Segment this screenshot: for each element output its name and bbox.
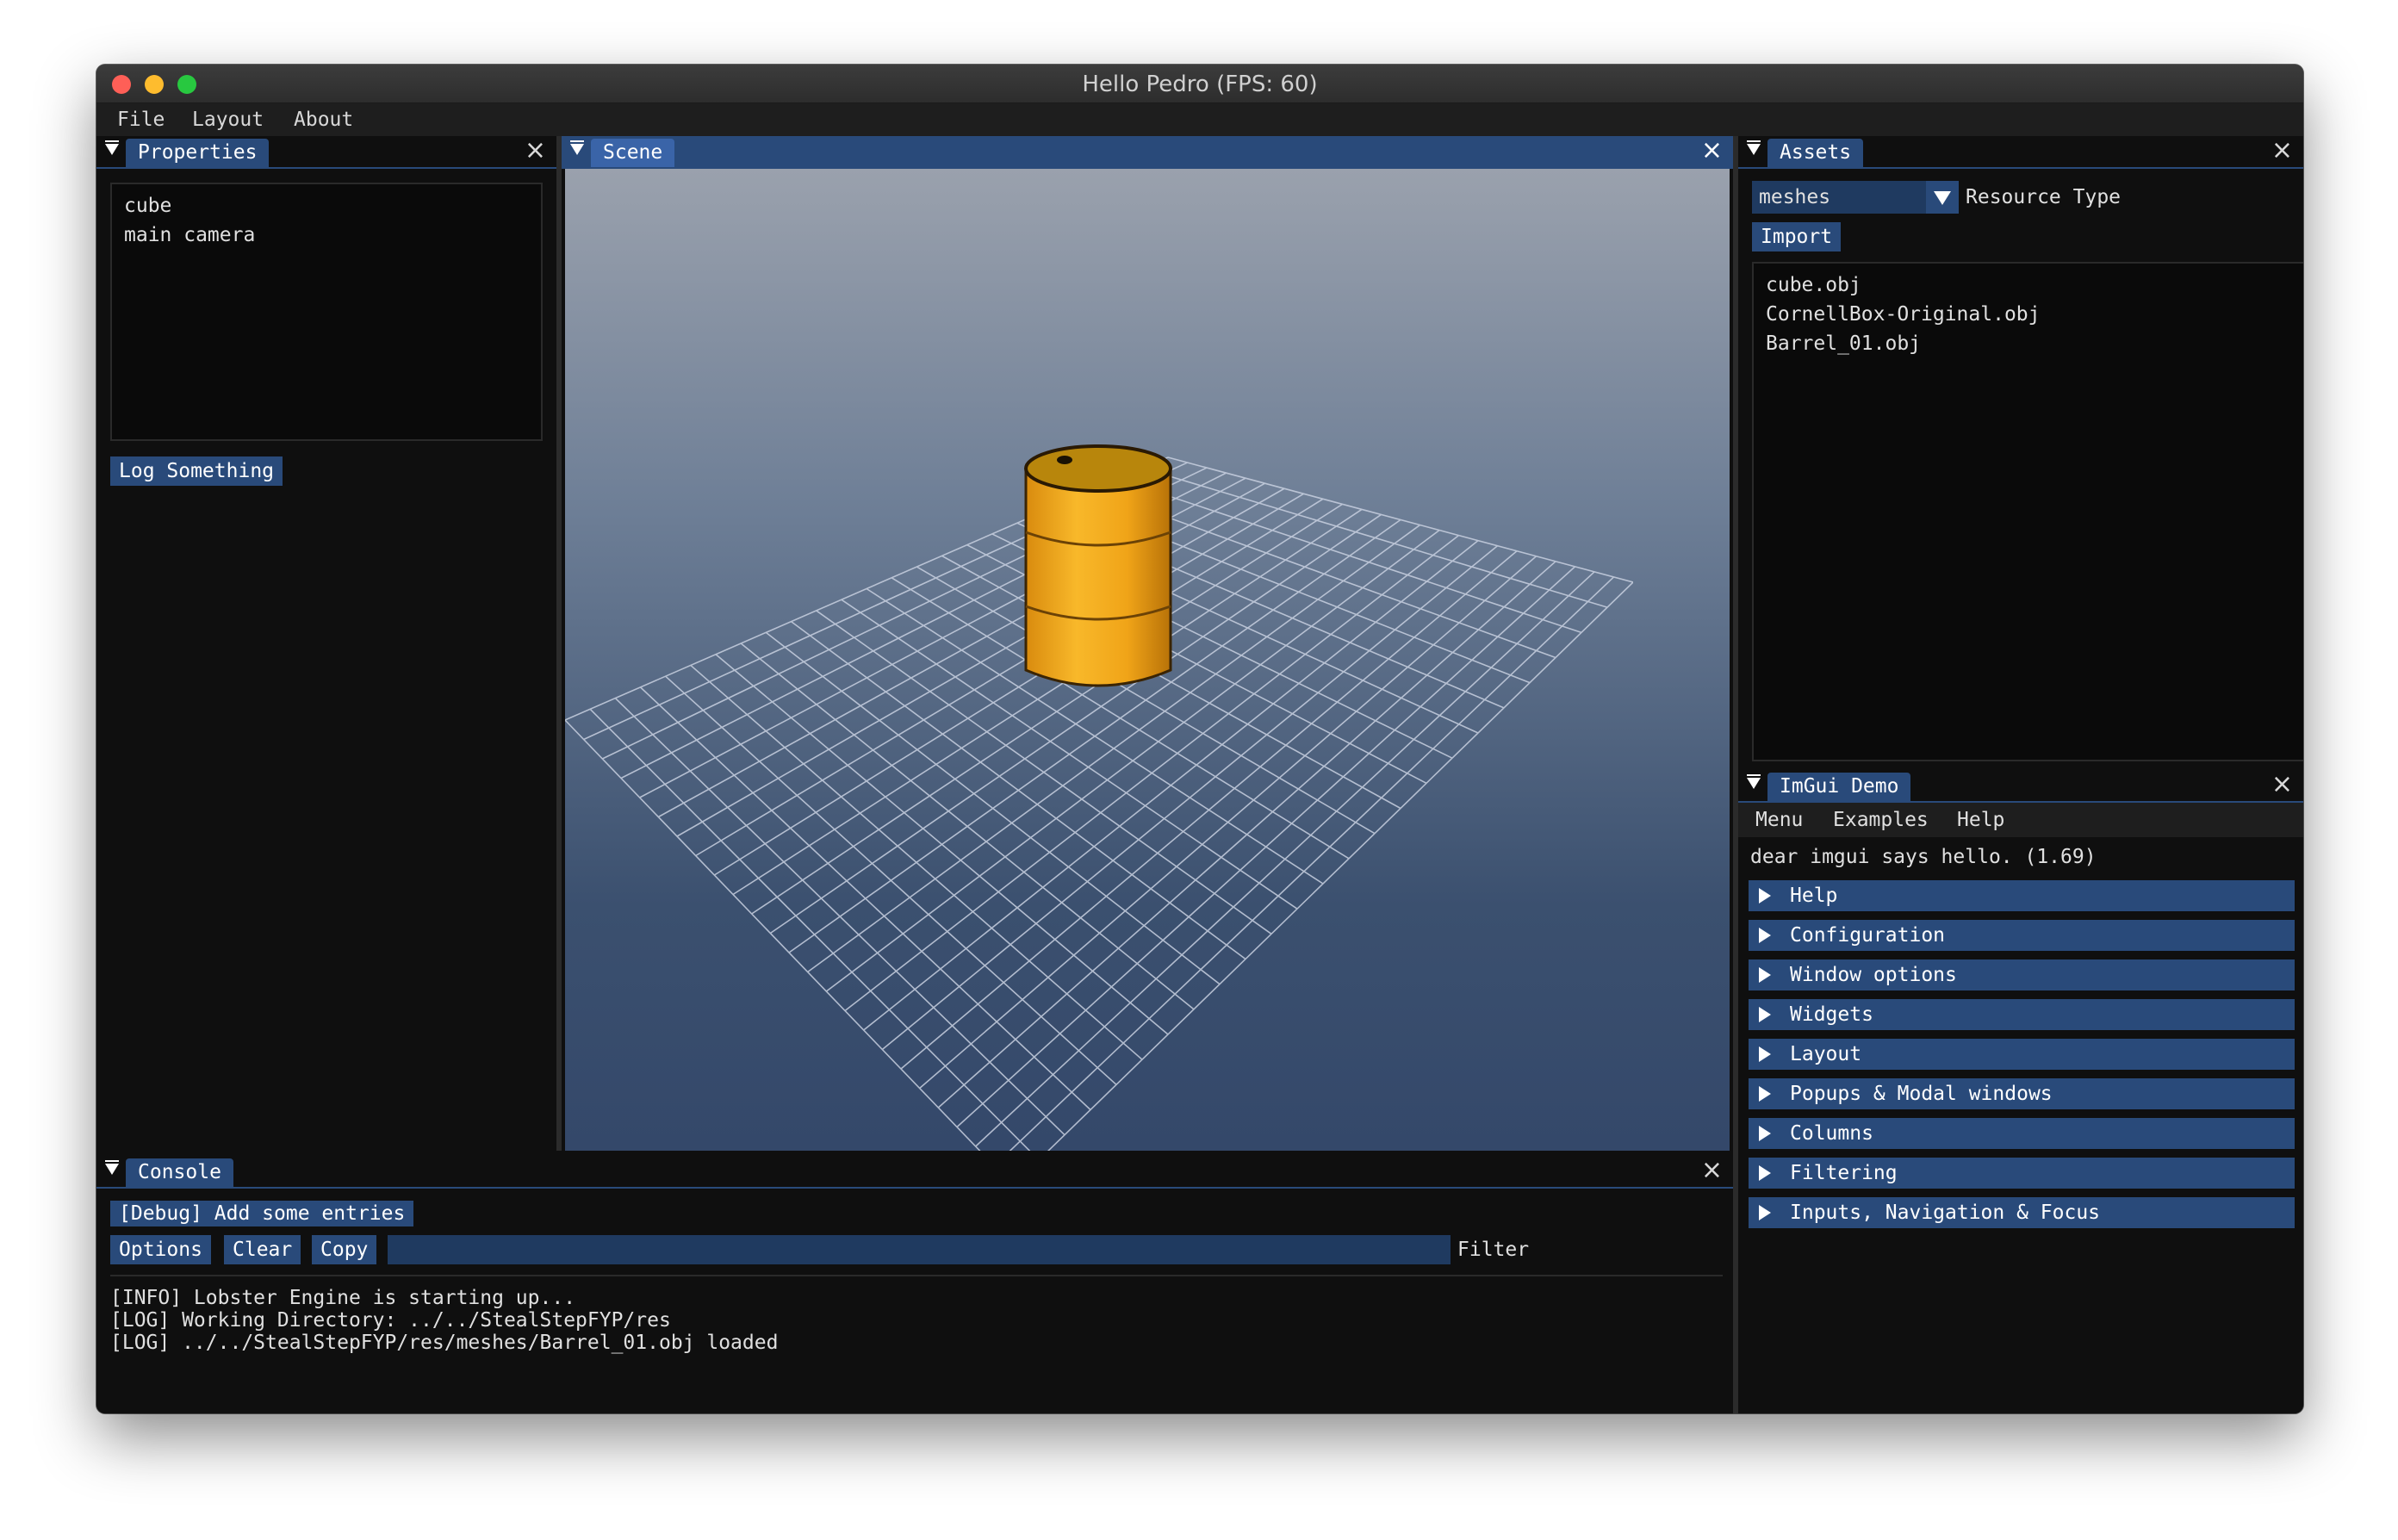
tab-properties[interactable]: Properties — [126, 139, 270, 167]
section-widgets[interactable]: Widgets — [1749, 999, 2295, 1030]
chevron-right-icon — [1759, 967, 1771, 983]
menu-layout[interactable]: Layout — [192, 109, 264, 131]
section-configuration[interactable]: Configuration — [1749, 920, 2295, 951]
menu-file[interactable]: File — [117, 109, 165, 131]
list-item-file[interactable]: CornellBox-Original.obj — [1766, 303, 2041, 326]
filter-label: Filter — [1457, 1239, 1530, 1261]
tab-console[interactable]: Console — [126, 1158, 233, 1187]
asset-file-list[interactable]: cube.obj CornellBox-Original.obj Barrel_… — [1752, 262, 2303, 761]
section-label: Columns — [1790, 1122, 1873, 1145]
assets-header: Assets × — [1738, 136, 2303, 169]
console-line: [LOG] Working Directory: ../../StealStep… — [110, 1309, 671, 1332]
demo-hello-text: dear imgui says hello. (1.69) — [1750, 846, 2097, 868]
grid-line — [740, 643, 1195, 1010]
chevron-right-icon — [1759, 928, 1771, 943]
list-item-cube[interactable]: cube — [124, 195, 171, 217]
scene-render — [565, 444, 1634, 1151]
section-label: Filtering — [1790, 1162, 1898, 1184]
log-something-button[interactable]: Log Something — [110, 456, 283, 486]
close-icon[interactable]: × — [1701, 1158, 1723, 1183]
close-icon[interactable]: × — [1701, 138, 1723, 164]
app-window: Hello Pedro (FPS: 60) File Layout About … — [96, 65, 2303, 1413]
grid-line — [715, 654, 1169, 1035]
chevron-down-icon[interactable] — [1926, 181, 1959, 214]
object-list[interactable]: cube main camera — [110, 183, 543, 441]
window-title: Hello Pedro (FPS: 60) — [1082, 71, 1318, 97]
console-separator — [110, 1275, 1723, 1276]
section-label: Window options — [1790, 964, 1957, 986]
scene-panel: Scene × — [562, 136, 1733, 1151]
section-columns[interactable]: Columns — [1749, 1118, 2295, 1149]
close-icon[interactable]: × — [2271, 772, 2293, 798]
scene-viewport[interactable] — [565, 169, 1730, 1151]
grid-line — [589, 708, 1031, 1151]
resource-type-combo[interactable]: meshes — [1752, 181, 1959, 214]
collapse-icon[interactable] — [105, 140, 119, 155]
list-item-file[interactable]: Barrel_01.obj — [1766, 332, 1921, 355]
chevron-right-icon — [1759, 1086, 1771, 1102]
section-inputs-navigation[interactable]: Inputs, Navigation & Focus — [1749, 1197, 2295, 1228]
clear-button[interactable]: Clear — [224, 1235, 301, 1264]
section-help[interactable]: Help — [1749, 880, 2295, 911]
chevron-right-icon — [1759, 1007, 1771, 1022]
close-icon[interactable]: × — [525, 138, 546, 164]
tab-scene[interactable]: Scene — [591, 139, 675, 167]
grid-line — [614, 698, 1065, 1136]
section-label: Popups & Modal windows — [1790, 1083, 2053, 1105]
demo-menu-help[interactable]: Help — [1957, 809, 2004, 831]
combo-value: meshes — [1759, 186, 1831, 208]
section-window-options[interactable]: Window options — [1749, 959, 2295, 990]
menu-bar: File Layout About — [96, 103, 2303, 136]
grid-line — [639, 686, 1091, 1111]
collapse-icon[interactable] — [1747, 140, 1761, 155]
demo-menu-bar: Menu Examples Help — [1738, 803, 2303, 837]
collapse-icon[interactable] — [570, 140, 584, 155]
chevron-right-icon — [1759, 1165, 1771, 1181]
tab-imgui-demo[interactable]: ImGui Demo — [1767, 773, 1911, 801]
chevron-right-icon — [1759, 888, 1771, 904]
debug-add-entries-button[interactable]: [Debug] Add some entries — [110, 1201, 414, 1226]
list-item-main-camera[interactable]: main camera — [124, 224, 255, 246]
demo-menu-examples[interactable]: Examples — [1833, 809, 1929, 831]
properties-header: Properties × — [96, 136, 556, 169]
filter-input[interactable] — [388, 1235, 1451, 1264]
title-bar: Hello Pedro (FPS: 60) — [96, 65, 2303, 103]
grid-line — [765, 631, 1221, 985]
section-label: Help — [1790, 885, 1838, 907]
section-layout[interactable]: Layout — [1749, 1039, 2295, 1070]
grid-line — [665, 675, 1117, 1085]
scene-header: Scene × — [562, 136, 1733, 169]
section-popups[interactable]: Popups & Modal windows — [1749, 1078, 2295, 1109]
list-item-file[interactable]: cube.obj — [1766, 274, 1861, 296]
console-header: Console × — [96, 1156, 1733, 1189]
section-label: Layout — [1790, 1043, 1862, 1065]
section-label: Configuration — [1790, 924, 1946, 947]
console-line: [INFO] Lobster Engine is starting up... — [110, 1287, 576, 1309]
chevron-right-icon — [1759, 1126, 1771, 1141]
menu-about[interactable]: About — [294, 109, 353, 131]
assets-panel: Assets × meshes Resource Type Import cub… — [1738, 136, 2303, 770]
chevron-right-icon — [1759, 1205, 1771, 1220]
console-line: [LOG] ../../StealStepFYP/res/meshes/Barr… — [110, 1332, 779, 1354]
collapse-icon[interactable] — [105, 1160, 119, 1175]
tab-assets[interactable]: Assets — [1767, 139, 1864, 167]
section-label: Widgets — [1790, 1003, 1873, 1026]
section-filtering[interactable]: Filtering — [1749, 1158, 2295, 1189]
imgui-demo-header: ImGui Demo × — [1738, 770, 2303, 803]
demo-menu-menu[interactable]: Menu — [1755, 809, 1803, 831]
copy-button[interactable]: Copy — [312, 1235, 377, 1264]
close-icon[interactable]: × — [2271, 138, 2293, 164]
collapse-icon[interactable] — [1747, 774, 1761, 789]
properties-panel: Properties × cube main camera Log Someth… — [96, 136, 556, 1151]
imgui-demo-panel: ImGui Demo × Menu Examples Help dear img… — [1738, 770, 2303, 1413]
section-label: Inputs, Navigation & Focus — [1790, 1202, 2101, 1224]
chevron-right-icon — [1759, 1046, 1771, 1062]
import-button[interactable]: Import — [1752, 222, 1842, 251]
grid-line — [900, 550, 1518, 1070]
barrel-mesh — [1024, 444, 1172, 687]
options-button[interactable]: Options — [110, 1235, 211, 1264]
resource-type-label: Resource Type — [1966, 186, 2122, 208]
console-panel: Console × [Debug] Add some entries Optio… — [96, 1156, 1733, 1413]
